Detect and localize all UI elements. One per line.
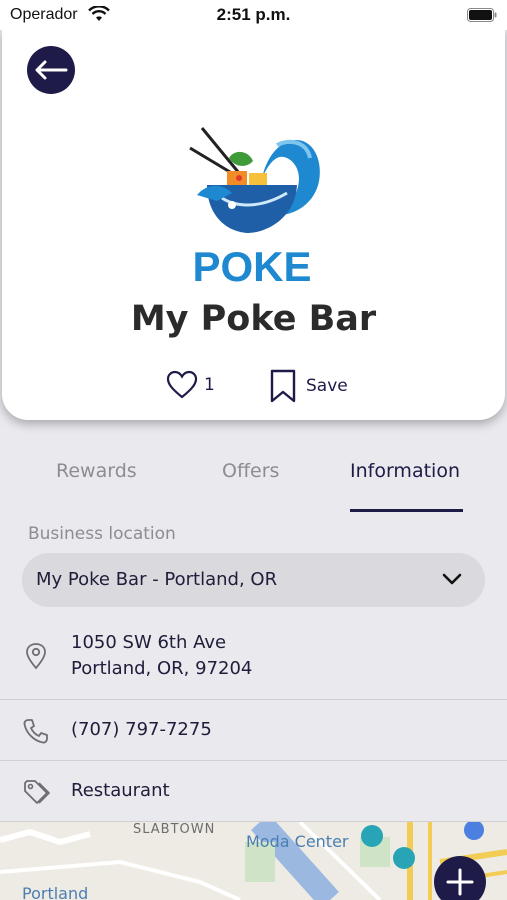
address-row[interactable]: 1050 SW 6th Ave Portland, OR, 97204 xyxy=(0,618,507,700)
tab-information[interactable]: Information xyxy=(350,460,460,482)
back-button[interactable] xyxy=(27,46,75,94)
tab-bar: Rewards Offers Information xyxy=(0,460,507,514)
phone-row[interactable]: (707) 797-7275 xyxy=(0,700,507,761)
location-select-value: My Poke Bar - Portland, OR xyxy=(36,569,278,590)
map-pin-icon xyxy=(26,643,46,670)
map-label-moda-center: Moda Center xyxy=(246,832,349,851)
map-view[interactable]: SLABTOWN Moda Center Portland xyxy=(0,822,507,900)
category-row: Restaurant xyxy=(0,761,507,822)
save-label: Save xyxy=(306,376,348,396)
address-line-1: 1050 SW 6th Ave xyxy=(71,632,227,653)
tab-rewards[interactable]: Rewards xyxy=(56,460,137,482)
business-name: My Poke Bar xyxy=(130,299,377,339)
business-header-card: POKE My Poke Bar 1 Save xyxy=(2,28,505,420)
chevron-down-icon xyxy=(442,573,462,585)
business-category: Restaurant xyxy=(71,780,170,801)
bookmark-icon xyxy=(270,369,296,403)
battery-icon xyxy=(467,8,497,22)
status-bar: Operador 2:51 p.m. xyxy=(0,0,507,30)
logo-text: POKE xyxy=(192,243,311,288)
like-button[interactable]: 1 xyxy=(166,370,215,400)
heart-icon xyxy=(166,370,198,399)
phone-number: (707) 797-7275 xyxy=(71,719,212,740)
business-location-label: Business location xyxy=(28,524,176,544)
phone-icon xyxy=(23,719,48,744)
map-label-slabtown: SLABTOWN xyxy=(133,822,216,837)
tag-icon xyxy=(24,780,50,804)
map-label-portland: Portland xyxy=(22,884,89,900)
add-button[interactable] xyxy=(434,856,486,900)
business-location-select[interactable]: My Poke Bar - Portland, OR xyxy=(22,553,485,607)
plus-icon xyxy=(446,868,474,896)
tab-offers[interactable]: Offers xyxy=(222,460,279,482)
tab-selected-indicator xyxy=(350,509,463,512)
save-button[interactable]: Save xyxy=(268,368,348,404)
like-count: 1 xyxy=(204,375,215,395)
poke-logo: POKE xyxy=(189,127,320,288)
arrow-left-icon xyxy=(35,60,68,80)
status-time: 2:51 p.m. xyxy=(216,5,291,24)
address-line-2: Portland, OR, 97204 xyxy=(71,658,253,679)
